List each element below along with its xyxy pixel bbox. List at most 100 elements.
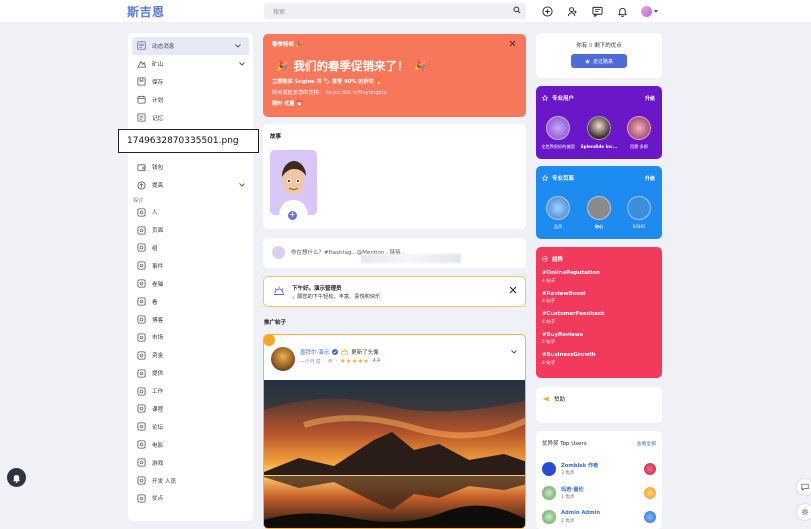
trending-title: 趋势: [542, 255, 563, 263]
sidebar-item-explore[interactable]: 人: [128, 203, 253, 221]
sidebar-item-label: 电影: [152, 442, 164, 449]
sidebar-item-label: 矿山: [152, 61, 164, 68]
pro-pages-title: 专业页面: [542, 174, 574, 182]
chevron-down-icon[interactable]: [239, 183, 245, 187]
sidebar-item-explore[interactable]: 事件: [128, 257, 253, 275]
search-icon[interactable]: [513, 6, 521, 16]
sidebar-item-explore[interactable]: 游戏: [128, 454, 253, 472]
sidebar-item-explore[interactable]: 资金: [128, 346, 253, 364]
sidebar-item-explore[interactable]: 电影: [128, 436, 253, 454]
pro-user[interactable]: 全世界很好的美国: [541, 116, 575, 150]
sidebar-item-newsfeed[interactable]: 动态消息: [132, 37, 249, 55]
top-user-row[interactable]: Zomblek 作者 3 优点: [542, 460, 656, 480]
trending-hashtag[interactable]: #BusinessGrowth: [542, 352, 605, 359]
top-user-row[interactable]: 玛若·嘉伦 1 优点: [542, 484, 656, 504]
promoted-badge-icon: [264, 335, 275, 346]
chevron-down-icon[interactable]: [511, 349, 517, 356]
sidebar-item-wallet[interactable]: 钱包: [128, 158, 253, 176]
sidebar-item-explore[interactable]: 组: [128, 239, 253, 257]
sidebar-item-label: 提供: [152, 371, 164, 378]
post-time[interactable]: 一个月 前: [300, 358, 321, 365]
sidebar-item-explore[interactable]: 看: [128, 293, 253, 311]
pro-page[interactable]: SOHO: [626, 196, 652, 229]
sidebar-item-explore[interactable]: 开发 人员: [128, 472, 253, 490]
promo-headline: 🎉 我们的春季促销来了！ 🎉: [276, 59, 426, 73]
top-user-name[interactable]: Zomblek 作者: [561, 462, 598, 469]
top-user-points: 1 优点: [561, 495, 575, 500]
notification-bell-button[interactable]: [7, 468, 26, 487]
trending-hashtag[interactable]: #OnlineReputation: [542, 270, 605, 277]
sidebar-item-label: 博客: [152, 317, 164, 324]
trending-hashtag[interactable]: #CustomerFeedback: [542, 311, 605, 318]
points-button[interactable]: 走过路来: [571, 54, 627, 68]
see-all-link[interactable]: 查看全部: [637, 440, 656, 447]
event-icon: [137, 261, 146, 270]
pro-user[interactable]: 西蒙·多斯: [626, 116, 652, 150]
party-popper-icon: 🎉: [295, 42, 303, 48]
promoted-posts-title: 推广帖子: [264, 320, 287, 326]
sidebar-item-label: 保存: [152, 79, 164, 86]
pro-users-card: 专业用户 升级 全世界很好的美国 Splendide Inc... 西蒙·多斯: [536, 86, 662, 159]
sidebar-item-label: 工作: [152, 389, 164, 396]
settings-button[interactable]: [797, 504, 811, 520]
promoted-post: 墨拜尔·演示 更新了头像 一个月 前 · ◍ · ★★★★★ 4.4: [263, 334, 526, 529]
pro-page[interactable]: 你心: [586, 196, 612, 230]
friend-requests-icon[interactable]: [565, 4, 579, 18]
memories-icon: [137, 113, 146, 122]
sidebar-item-label: 组: [152, 245, 158, 252]
add-story-button[interactable]: +: [287, 210, 298, 221]
close-icon[interactable]: [509, 40, 516, 49]
chevron-down-icon[interactable]: [239, 62, 245, 66]
star-icon: [585, 58, 590, 64]
sidebar-item-label: 开发 人员: [152, 478, 177, 485]
party-popper-icon: 🎉: [276, 60, 289, 72]
promo-link[interactable]: https://bit.ly/BuySngine: [326, 90, 387, 96]
top-user-name[interactable]: Admin Admin: [561, 510, 600, 516]
top-users-title: 优异奖 Top Users: [542, 441, 587, 447]
sidebar-item-explore[interactable]: 课程: [128, 400, 253, 418]
add-story-card[interactable]: [270, 150, 317, 215]
site-logo[interactable]: 斯吉恩: [127, 3, 165, 20]
sidebar-item-mine[interactable]: 矿山: [128, 55, 253, 73]
top-user-name[interactable]: 玛若·嘉伦: [561, 486, 584, 493]
avatar: [272, 246, 285, 259]
pro-user[interactable]: Splendide Inc...: [581, 116, 617, 149]
sidebar-item-explore[interactable]: 提供: [128, 364, 253, 382]
post-composer[interactable]: 你在想什么？#Hashtag.. @Mention.. 链接..: [263, 238, 526, 268]
post-photo[interactable]: [264, 380, 526, 529]
trending-card: 趋势 #OnlineReputation 4 帖子 #ReviewBoost 4 帖子…: [536, 247, 662, 378]
sidebar-item-explore[interactable]: 工作: [128, 382, 253, 400]
close-icon[interactable]: [509, 286, 517, 296]
search-input[interactable]: 搜索: [264, 3, 526, 19]
rating-stars: ★★★★★: [339, 358, 370, 365]
notifications-icon[interactable]: [615, 4, 629, 18]
avatar[interactable]: [271, 347, 295, 371]
fire-icon: 🔥: [375, 79, 383, 85]
chevron-down-icon[interactable]: [235, 44, 241, 48]
user-menu[interactable]: [640, 4, 658, 18]
sidebar-item-label: 市场: [152, 335, 164, 342]
upgrade-link[interactable]: 升级: [645, 95, 655, 102]
messages-icon[interactable]: [590, 4, 604, 18]
sponsored-title: 赞助: [543, 395, 565, 403]
chat-button[interactable]: [797, 479, 811, 495]
top-user-row[interactable]: Admin Admin 2 优点: [542, 508, 656, 528]
post-action: 更新了头像: [351, 350, 379, 356]
post-author[interactable]: 墨拜尔·演示: [300, 348, 329, 356]
sidebar-item-explore[interactable]: 页面: [128, 221, 253, 239]
pro-page[interactable]: 品声: [545, 196, 571, 230]
sidebar-item-explore[interactable]: 卷轴: [128, 275, 253, 293]
blog-icon: [137, 315, 146, 324]
sidebar-item-explore[interactable]: 市场: [128, 328, 253, 346]
add-icon[interactable]: [540, 4, 554, 18]
top-user-points: 3 优点: [561, 471, 575, 476]
sidebar-item-scheduled[interactable]: 计划: [128, 91, 253, 109]
sidebar-item-explore[interactable]: 博客: [128, 311, 253, 329]
sidebar-item-explore[interactable]: 论坛: [128, 418, 253, 436]
upgrade-link[interactable]: 升级: [645, 175, 655, 182]
sidebar-item-saved[interactable]: 保存: [128, 73, 253, 91]
sidebar-item-boost[interactable]: 提高: [128, 176, 253, 194]
sidebar-item-memories[interactable]: 记忆: [128, 109, 253, 127]
sidebar-item-explore[interactable]: 优点: [128, 489, 253, 507]
points-text: 你有 0 剩下的优点: [576, 43, 622, 49]
